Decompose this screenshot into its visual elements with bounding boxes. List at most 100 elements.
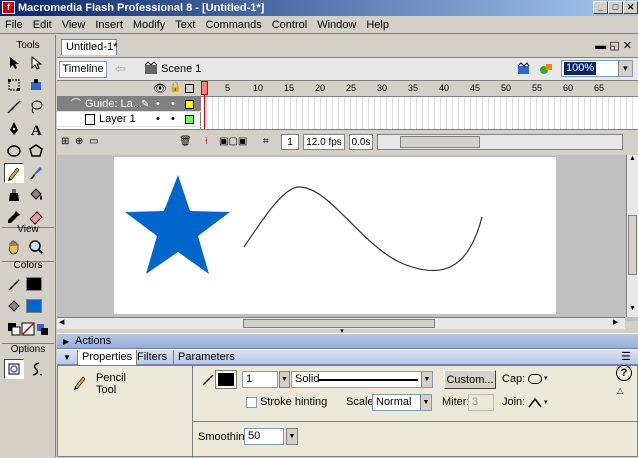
stage[interactable] [114,157,556,314]
menu-text[interactable]: Text [170,16,200,34]
visibility-dot[interactable]: • [156,112,160,127]
chevron-down-icon[interactable]: ▼ [421,372,432,387]
timeline-button[interactable]: Timeline [59,61,107,78]
frame-grid[interactable] [201,97,638,129]
stroke-style-select[interactable]: Solid ▼ [291,371,433,388]
frame-rate[interactable]: 12.0 fps [303,134,345,150]
hand-tool-icon[interactable] [4,237,24,257]
insert-folder-icon[interactable]: ▭ [89,134,98,150]
pen-tool-icon[interactable] [4,119,24,139]
ruler-label: 50 [501,83,512,93]
lock-dot[interactable]: • [171,112,175,127]
stroke-color-swatch[interactable] [26,277,42,291]
trash-icon[interactable]: 🗑 [179,134,192,150]
edit-markers-icon[interactable]: ⌗ [263,134,269,150]
expand-panel-icon[interactable]: △ [617,386,623,395]
edit-scene-icon[interactable] [516,61,532,77]
tab-filters[interactable]: Filters [137,350,167,365]
colors-label: Colors [13,260,43,271]
layer-row-layer1[interactable]: Layer 1 • • [57,112,201,127]
elapsed-time: 0.0s [349,134,373,150]
paint-bucket-tool-icon[interactable] [26,185,46,205]
swap-colors-icon[interactable] [32,319,52,339]
subselection-tool-icon[interactable] [26,53,46,73]
layer-row-guide[interactable]: ⌒ Guide: La... ✎ • • [57,97,201,112]
collapse-arrow-icon[interactable]: ▼ [63,350,71,365]
outline-icon[interactable] [185,84,194,93]
stroke-hinting-checkbox[interactable] [246,397,257,408]
edit-symbols-icon[interactable] [538,61,554,77]
free-transform-tool-icon[interactable] [4,75,24,95]
actions-panel-header[interactable]: ▶ Actions [57,333,638,349]
options-menu-icon[interactable]: ☰ [621,350,631,365]
layer-color-swatch[interactable] [185,115,194,124]
stage-vscroll[interactable]: ▲ ▼ [626,155,638,317]
help-icon[interactable]: ? [616,365,632,381]
text-tool-icon[interactable]: A [26,119,46,139]
scale-select[interactable]: Normal ▼ [372,394,432,411]
zoom-dropdown[interactable]: 100% ▼ [561,60,633,77]
lock-icon[interactable]: 🔒 [169,82,181,93]
maximize-button[interactable]: □ [608,1,623,14]
cap-style-icon[interactable] [528,374,542,384]
stroke-color-swatch[interactable] [215,370,237,389]
object-drawing-icon[interactable] [4,359,24,379]
menu-view[interactable]: View [57,16,91,34]
timeline-hscroll[interactable] [377,134,623,150]
tool-name-suffix: Tool [96,384,117,396]
pencil-mode-icon[interactable] [26,359,46,379]
selection-tool-icon[interactable] [4,53,24,73]
menu-file[interactable]: File [0,16,28,34]
layer-color-swatch[interactable] [185,100,194,109]
menu-insert[interactable]: Insert [90,16,128,34]
eye-icon[interactable]: 👁 [153,82,167,95]
chevron-down-icon[interactable]: ▼ [279,371,290,388]
close-button[interactable]: ✕ [623,1,638,14]
smoothing-input[interactable]: 50 [244,428,284,445]
document-tab[interactable]: Untitled-1* [61,39,117,55]
chevron-down-icon[interactable]: ▼ [420,395,431,410]
fill-transform-tool-icon[interactable] [26,75,46,95]
menu-help[interactable]: Help [361,16,394,34]
tab-parameters[interactable]: Parameters [173,350,235,365]
guide-curve[interactable] [243,186,483,272]
custom-button[interactable]: Custom... [444,370,496,389]
chevron-down-icon[interactable]: ▾ [544,398,548,406]
join-style-icon[interactable] [528,396,542,408]
chevron-down-icon[interactable]: ▼ [618,61,632,76]
menu-modify[interactable]: Modify [128,16,170,34]
ruler-label: 5 [225,83,231,93]
polystar-tool-icon[interactable] [26,141,46,161]
stroke-width-input[interactable]: 1 [242,371,278,388]
chevron-down-icon[interactable]: ▼ [286,428,298,445]
brush-tool-icon[interactable] [26,163,46,183]
document-window-controls[interactable]: ▬ ◱ ✕ [595,39,632,52]
menu-commands[interactable]: Commands [200,16,266,34]
oval-tool-icon[interactable] [4,141,24,161]
insert-layer-icon[interactable]: ⊞ [61,134,69,150]
line-tool-icon[interactable] [4,97,24,117]
center-frame-icon[interactable]: ⍿ [205,134,208,150]
zoom-tool-icon[interactable] [26,237,46,257]
tab-properties[interactable]: Properties [77,350,138,365]
miter-input[interactable]: 3 [468,394,494,411]
visibility-dot[interactable]: • [156,97,160,112]
ink-bottle-tool-icon[interactable] [4,185,24,205]
chevron-down-icon[interactable]: ▾ [544,374,548,382]
tool-name: Pencil [96,372,126,384]
back-arrow-icon[interactable]: ⇦ [115,62,133,77]
pencil-tool-icon[interactable] [4,163,24,183]
lock-dot[interactable]: • [171,97,175,112]
menu-control[interactable]: Control [267,16,312,34]
scene-label: Scene 1 [161,63,202,75]
stroke-color-icon [4,275,24,295]
star-shape[interactable] [125,175,230,274]
add-guide-layer-icon[interactable]: ⊕ [75,134,83,150]
menu-edit[interactable]: Edit [28,16,57,34]
minimize-button[interactable]: _ [593,1,608,14]
expand-arrow-icon[interactable]: ▶ [63,334,69,349]
menu-window[interactable]: Window [312,16,361,34]
lasso-tool-icon[interactable] [26,97,46,117]
onion-skin-icon[interactable]: ▣▢▣ [219,134,247,150]
fill-color-swatch[interactable] [26,299,42,313]
